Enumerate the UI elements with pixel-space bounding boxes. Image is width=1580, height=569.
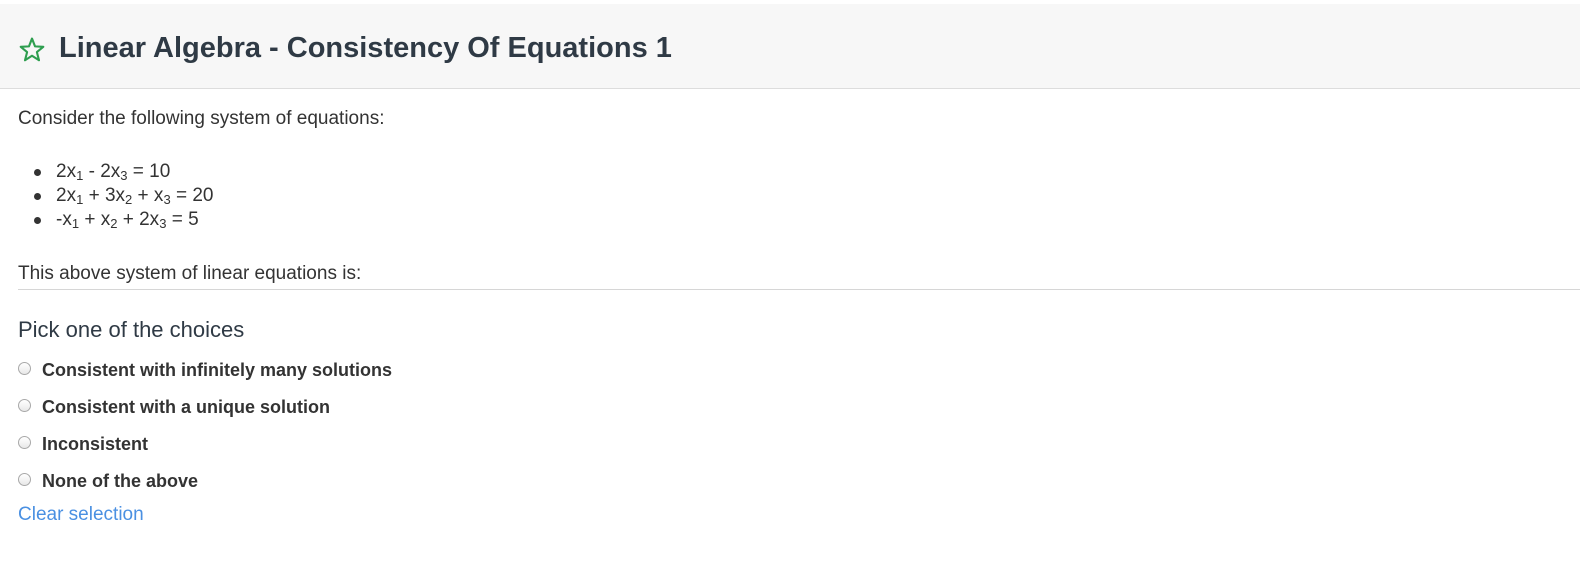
section-divider [18,289,1580,290]
subscript-index: 3 [163,192,171,207]
equation-term: = 10 [127,161,171,182]
subscript-index: 3 [120,168,128,183]
radio-button[interactable] [18,361,31,375]
choice-option[interactable]: Consistent with infinitely many solution… [18,357,392,383]
question-header: Linear Algebra - Consistency Of Equation… [0,4,1580,89]
radio-button[interactable] [18,435,31,449]
question-summary: This above system of linear equations is… [18,263,362,284]
equation-term: - 2x [83,161,121,182]
equation-term: + 3x [83,185,126,206]
star-outline-icon[interactable] [18,36,46,64]
equation-term: + 2x [117,209,160,230]
page-title: Linear Algebra - Consistency Of Equation… [59,32,672,64]
choice-label: Consistent with a unique solution [42,397,330,417]
choices-heading: Pick one of the choices [18,317,245,342]
radio-button[interactable] [18,472,31,486]
choice-label: Consistent with infinitely many solution… [42,360,393,380]
equation-term: + x [132,185,164,206]
choice-label: Inconsistent [42,434,149,454]
question-page: Linear Algebra - Consistency Of Equation… [0,0,1580,569]
subscript-index: 1 [71,216,80,231]
clear-selection-link[interactable]: Clear selection [18,503,144,527]
choice-option[interactable]: Inconsistent [18,431,148,457]
equation-list: 2x1 - 2x3 = 10 2x1 + 3x2 + x3 = 20 -x1 +… [18,160,213,232]
choice-option[interactable]: None of the above [18,468,198,494]
equation-term: -x [56,209,72,230]
equation-item: 2x1 + 3x2 + x3 = 20 [18,184,213,208]
question-prompt: Consider the following system of equatio… [18,108,385,129]
equation-item: -x1 + x2 + 2x3 = 5 [18,208,213,232]
equation-term: 2x [56,161,77,182]
equation-term: 2x [56,185,77,206]
choice-option[interactable]: Consistent with a unique solution [18,394,330,420]
equation-term: = 5 [166,209,199,230]
equation-term: + x [79,209,111,230]
equation-term: = 20 [170,185,214,206]
equation-item: 2x1 - 2x3 = 10 [18,160,213,184]
radio-button[interactable] [18,398,31,412]
choice-label: None of the above [42,471,199,491]
